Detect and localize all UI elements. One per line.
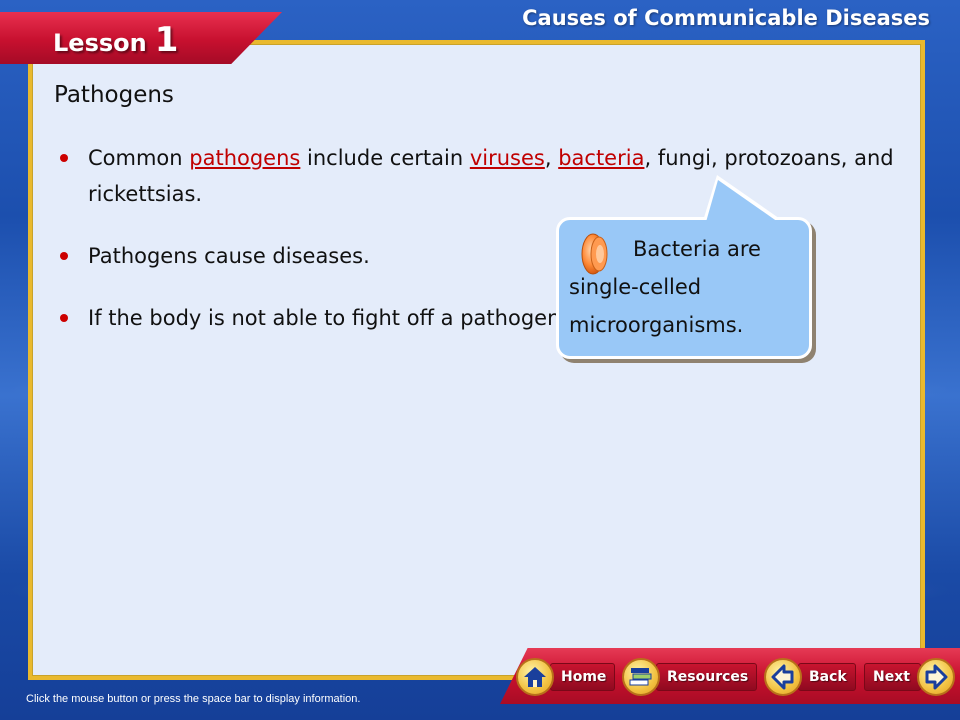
back-label: Back <box>798 663 856 691</box>
bullet-text: Pathogens cause diseases. <box>88 244 370 268</box>
definition-callout: Bacteria are single-celled microorganism… <box>556 217 812 359</box>
back-arrow-icon <box>771 664 794 690</box>
link-pathogens[interactable]: pathogens <box>189 146 300 170</box>
callout-tail <box>706 180 778 222</box>
next-icon-circle <box>916 658 955 696</box>
bullet-text: Common <box>88 146 190 170</box>
home-icon <box>524 667 546 687</box>
link-bacteria[interactable]: bacteria <box>558 146 644 170</box>
home-icon-circle <box>516 658 554 696</box>
home-button[interactable]: Home <box>516 658 616 696</box>
books-icon <box>629 668 652 686</box>
next-arrow-icon <box>925 664 948 690</box>
callout-line: Bacteria are <box>633 237 761 261</box>
home-label: Home <box>550 663 616 691</box>
next-label: Next <box>864 663 921 691</box>
next-button[interactable]: Next <box>864 658 955 696</box>
bullet-text: , <box>544 146 559 170</box>
lesson-number: 1 <box>154 20 179 60</box>
callout-line: single-celled <box>569 275 702 299</box>
callout-text: Bacteria are single-celled microorganism… <box>569 230 805 344</box>
lesson-label: Lesson 1 <box>53 20 178 60</box>
resources-button[interactable]: Resources <box>622 658 758 696</box>
lesson-word: Lesson <box>53 29 147 57</box>
callout-line: microorganisms. <box>569 313 744 337</box>
back-button[interactable]: Back <box>764 658 856 696</box>
status-instruction: Click the mouse button or press the spac… <box>26 693 361 705</box>
link-viruses[interactable]: viruses <box>470 146 545 170</box>
books-icon-circle <box>622 658 660 696</box>
resources-label: Resources <box>656 663 758 691</box>
back-icon-circle <box>764 658 802 696</box>
slide-title: Causes of Communicable Diseases <box>522 6 930 30</box>
bullet-text: include certain <box>300 146 470 170</box>
section-heading: Pathogens <box>54 82 174 108</box>
